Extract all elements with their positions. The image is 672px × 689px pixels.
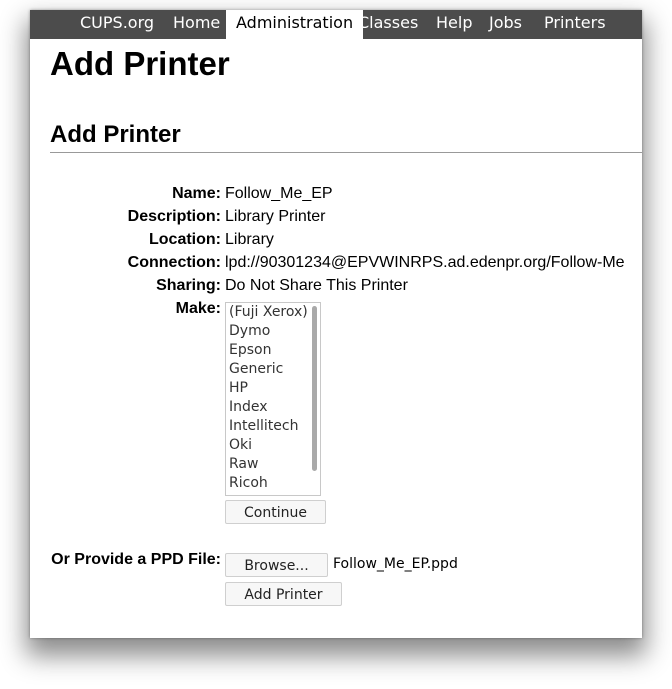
connection-value: lpd://90301234@EPVWINRPS.ad.edenpr.org/F… [225,254,625,271]
make-option[interactable]: Intellitech [226,417,320,436]
name-label: Name: [172,185,221,202]
make-option[interactable]: Dymo [226,322,320,341]
location-value: Library [225,231,274,248]
section-title: Add Printer [50,121,181,148]
nav-link-home[interactable]: Home [173,10,220,39]
nav-link-cups-org[interactable]: CUPS.org [80,10,154,39]
ppd-file-label: Or Provide a PPD File: [51,551,221,568]
make-label: Make: [175,300,221,317]
make-option[interactable]: (Fuji Xerox) [226,303,320,322]
make-option[interactable]: Index [226,398,320,417]
description-value: Library Printer [225,208,326,225]
description-label: Description: [127,208,221,225]
make-select-list[interactable]: (Fuji Xerox) Dymo Epson Generic HP Index… [225,302,321,496]
page-title: Add Printer [50,45,230,82]
name-value: Follow_Me_EP [225,185,333,202]
make-option[interactable]: Raw [226,455,320,474]
make-option[interactable]: Ricoh [226,474,320,493]
make-option[interactable]: Generic [226,360,320,379]
sharing-value: Do Not Share This Printer [225,277,408,294]
make-option[interactable]: Oki [226,436,320,455]
browse-button[interactable]: Browse... [225,553,328,577]
make-option[interactable]: Epson [226,341,320,360]
section-divider [50,152,642,153]
browser-window: CUPS.org Home Administration Classes Hel… [30,10,642,638]
nav-link-help[interactable]: Help [436,10,472,39]
top-navigation-bar: CUPS.org Home Administration Classes Hel… [30,10,642,39]
sharing-label: Sharing: [156,277,221,294]
nav-link-printers[interactable]: Printers [544,10,606,39]
ppd-filename: Follow_Me_EP.ppd [333,556,458,572]
continue-button[interactable]: Continue [225,500,326,524]
location-label: Location: [149,231,221,248]
connection-label: Connection: [127,254,221,271]
add-printer-button[interactable]: Add Printer [225,582,342,606]
make-option[interactable]: HP [226,379,320,398]
nav-link-jobs[interactable]: Jobs [489,10,522,39]
listbox-scrollbar[interactable] [312,306,317,471]
nav-link-classes[interactable]: Classes [358,10,418,39]
nav-link-administration[interactable]: Administration [226,10,364,39]
